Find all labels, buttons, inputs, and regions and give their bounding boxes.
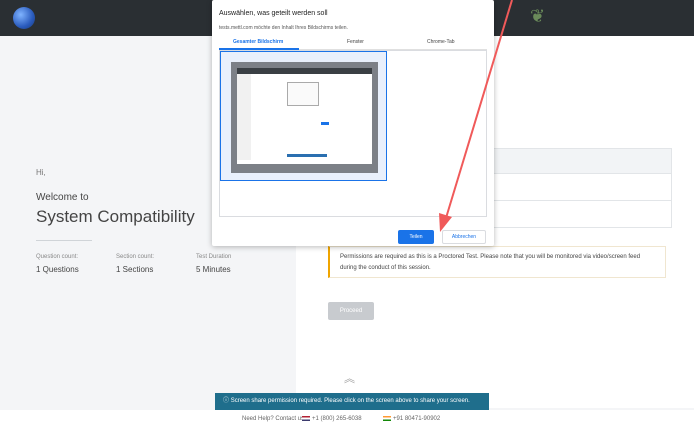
india-flag-icon — [383, 416, 391, 421]
help-text: Need Help? Contact us: — [242, 416, 306, 422]
screen-list — [219, 50, 487, 217]
toast-text: Screen share permission required. Please… — [230, 398, 470, 404]
stat-label: Test Duration — [196, 254, 232, 260]
us-flag-icon — [302, 416, 310, 421]
thumbnail-frame — [231, 62, 378, 173]
screen-share-toast: ⓘ Screen share permission required. Plea… — [215, 393, 489, 410]
stat-test-duration: Test Duration 5 Minutes — [196, 254, 231, 274]
tab-window[interactable]: Fenster — [347, 39, 364, 45]
dialog-subtitle: tests.mettl.com möchte den Inhalt Ihres … — [219, 25, 348, 31]
thumbnail-bar — [237, 68, 372, 74]
stat-label: Section count: — [116, 254, 155, 260]
leaf-decoration-icon: ❦ — [530, 6, 546, 26]
thumbnail-sidebar — [237, 74, 251, 160]
thumbnail-screenshot — [237, 68, 372, 164]
footer: Need Help? Contact us: +1 (800) 265-6038… — [0, 410, 694, 428]
tab-chrome[interactable]: Chrome-Tab — [427, 39, 455, 45]
thumbnail-toast — [287, 154, 327, 157]
globe-logo-icon — [13, 7, 35, 29]
in-phone-number: +91 80471-90902 — [393, 416, 441, 423]
dialog-title: Auswählen, was geteilt werden soll — [219, 10, 328, 17]
greeting: Hi, — [36, 168, 46, 177]
share-tabs: Gesamter Bildschirm Fenster Chrome-Tab — [219, 39, 487, 50]
page-title: System Compatibility — [36, 207, 195, 226]
screen-share-dialog: Auswählen, was geteilt werden soll tests… — [212, 0, 494, 246]
stat-value: 5 Minutes — [196, 265, 231, 274]
notice-line: Permissions are required as this is a Pr… — [340, 254, 641, 260]
divider — [36, 240, 92, 241]
tab-entire-screen[interactable]: Gesamter Bildschirm — [233, 39, 283, 45]
thumbnail-button — [321, 122, 329, 125]
share-button[interactable]: Teilen — [398, 230, 434, 244]
thumbnail-dialog — [287, 82, 319, 106]
welcome-text: Welcome to — [36, 192, 89, 203]
proctored-notice: Permissions are required as this is a Pr… — [328, 246, 666, 278]
stat-label: Question count: — [36, 254, 79, 260]
stat-section-count: Section count: 1 Sections — [116, 254, 154, 274]
stat-question-count: Question count: 1 Questions — [36, 254, 79, 274]
proceed-button[interactable]: Proceed — [328, 302, 374, 320]
cancel-button[interactable]: Abbrechen — [442, 230, 486, 244]
chevron-up-icon[interactable]: ︽ — [344, 370, 355, 386]
us-phone-number: +1 (800) 265-6038 — [312, 416, 362, 423]
screen-thumbnail[interactable] — [220, 51, 387, 181]
us-phone[interactable]: +1 (800) 265-6038 — [302, 416, 362, 422]
info-icon: ⓘ — [223, 398, 230, 404]
notice-line: during the conduct of this session. — [340, 265, 431, 271]
stat-value: 1 Questions — [36, 265, 79, 274]
in-phone[interactable]: +91 80471-90902 — [383, 416, 440, 422]
stat-value: 1 Sections — [116, 265, 154, 274]
